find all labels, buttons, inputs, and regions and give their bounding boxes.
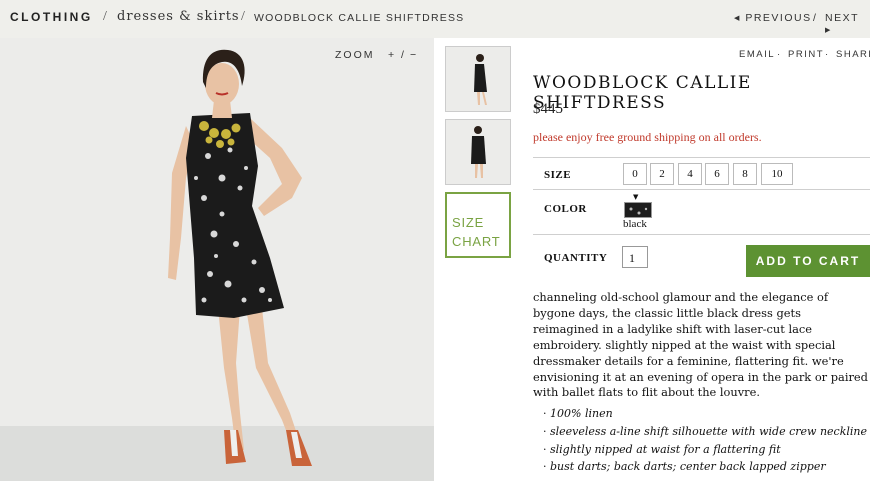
product-title: WOODBLOCK CALLIE SHIFTDRESS — [533, 73, 752, 113]
size-chart-button[interactable]: SIZE CHART — [445, 192, 511, 258]
shipping-note: please enjoy free ground shipping on all… — [533, 130, 762, 144]
feature-list: 100% linen sleeveless a-line shift silho… — [543, 405, 870, 476]
feature-item: slightly nipped at waist for a flatterin… — [543, 441, 870, 459]
chevron-right-icon: ▶ — [825, 27, 832, 34]
product-price: $445 — [533, 101, 563, 117]
print-link[interactable]: PRINT — [788, 49, 824, 60]
size-option-2[interactable]: 2 — [650, 163, 674, 185]
quantity-label: QUANTITY — [544, 252, 608, 264]
divider — [533, 157, 870, 158]
size-label: SIZE — [544, 169, 572, 181]
product-description: channeling old-school glamour and the el… — [533, 290, 868, 400]
size-option-4[interactable]: 4 — [678, 163, 702, 185]
size-option-10[interactable]: 10 — [761, 163, 793, 185]
pager-divider: / — [813, 12, 818, 24]
color-name: black — [623, 218, 647, 230]
swatch-pattern — [629, 207, 648, 215]
next-link[interactable]: NEXT ▶ — [825, 12, 870, 36]
size-option-8[interactable]: 8 — [733, 163, 757, 185]
breadcrumb-category[interactable]: CLOTHING — [10, 10, 93, 24]
caret-down-icon: ▼ — [633, 193, 639, 201]
size-chart-line1: SIZE — [452, 215, 485, 230]
add-to-cart-button[interactable]: ADD TO CART — [746, 245, 870, 277]
previous-label: PREVIOUS — [745, 12, 812, 24]
previous-link[interactable]: ◀ PREVIOUS — [734, 12, 812, 24]
product-main-image[interactable] — [0, 38, 434, 481]
quantity-input[interactable]: 1 — [622, 246, 648, 268]
size-option-0[interactable]: 0 — [623, 163, 647, 185]
feature-item: sleeveless a-line shift silhouette with … — [543, 423, 870, 441]
breadcrumb-separator: / — [241, 9, 245, 24]
share-dot: · — [777, 49, 782, 60]
next-label: NEXT — [825, 12, 859, 24]
divider — [533, 234, 870, 235]
feature-item: 100% linen — [543, 405, 870, 423]
thumbnail-front-image — [474, 54, 487, 105]
feature-item: bust darts; back darts; center back lapp… — [543, 458, 870, 476]
model-illustration — [168, 49, 312, 466]
size-option-6[interactable]: 6 — [705, 163, 729, 185]
size-chart-line2: CHART — [452, 234, 501, 249]
divider — [533, 189, 870, 190]
thumbnail-front[interactable] — [445, 46, 511, 112]
breadcrumb-separator: / — [103, 9, 107, 24]
chevron-left-icon: ◀ — [734, 15, 741, 22]
breadcrumb-product: WOODBLOCK CALLIE SHIFTDRESS — [254, 12, 465, 24]
breadcrumb-subcategory[interactable]: dresses & skirts — [117, 9, 240, 24]
zoom-label: ZOOM — [335, 49, 375, 61]
color-swatch-black[interactable] — [624, 202, 652, 218]
share-dot: · — [825, 49, 830, 60]
thumbnail-back[interactable] — [445, 119, 511, 185]
zoom-out-button[interactable]: − — [410, 49, 418, 61]
thumbnail-back-image — [471, 126, 486, 178]
email-link[interactable]: EMAIL — [739, 49, 775, 60]
zoom-in-button[interactable]: + — [388, 49, 396, 61]
zoom-divider: / — [401, 49, 406, 61]
share-link[interactable]: SHARE — [836, 49, 870, 60]
color-label: COLOR — [544, 203, 587, 215]
